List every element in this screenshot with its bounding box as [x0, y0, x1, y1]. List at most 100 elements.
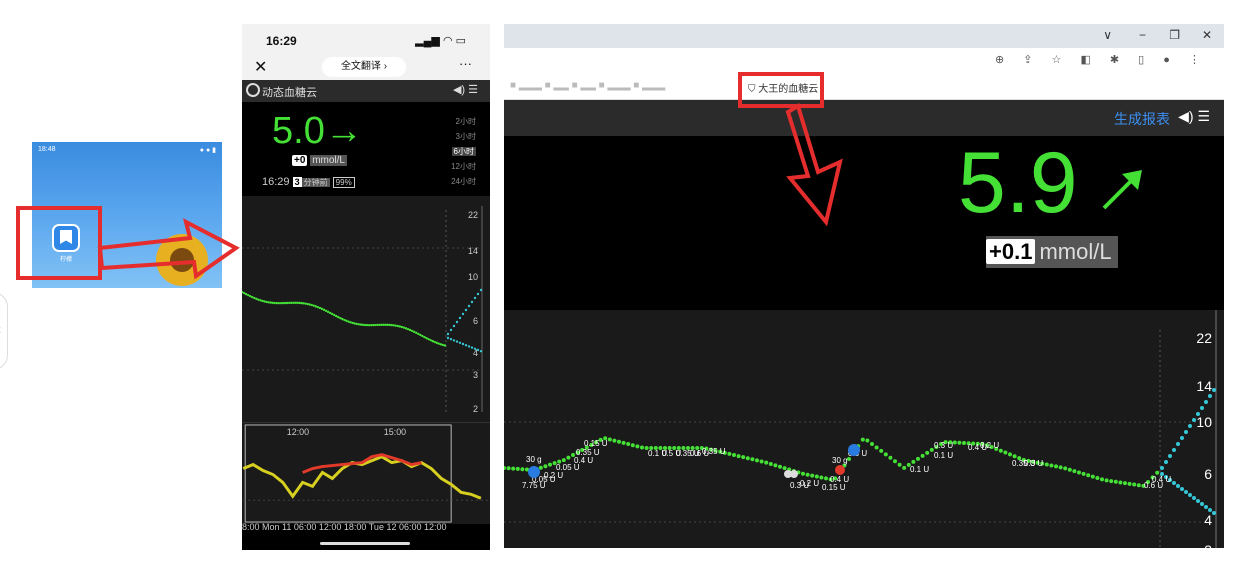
web-glucose-dot	[1058, 465, 1063, 470]
phone-glucose-dot	[331, 312, 334, 316]
phone-glucose-dot	[363, 323, 367, 327]
translate-button[interactable]: 全文翻译 ›	[322, 57, 406, 77]
prev-page-button[interactable]: ‹	[0, 292, 8, 370]
bookmark-label: 大王的血糖云	[758, 84, 819, 95]
web-glucose-dot	[782, 466, 787, 471]
browser-screenshot: ∨ − ❐ ✕ ⊕ ⇪ ☆ ◧ ✱ ▯ ● ⋮ ■ ▂▂▂ ■ ▂▂ ■ ▂▂ …	[504, 24, 1224, 548]
web-glucose-dot	[630, 443, 635, 448]
insulin-icon	[835, 465, 845, 475]
browser-toolbar-icons[interactable]: ⊕ ⇪ ☆ ◧ ✱ ▯ ● ⋮	[995, 53, 1208, 66]
range-24h[interactable]: 24小时	[451, 174, 476, 189]
web-forecast-dot	[1184, 430, 1188, 434]
mini-time-2: 15:00	[384, 427, 406, 437]
web-glucose-dot	[566, 455, 571, 460]
phone-forecast-dot	[461, 312, 465, 316]
phone-y-tick: 6	[473, 316, 478, 326]
web-glucose-dot	[621, 440, 626, 445]
phone-y-tick: 3	[473, 370, 478, 380]
phone-glucose-dot	[326, 310, 330, 314]
range-12h[interactable]: 12小时	[451, 159, 476, 174]
phone-delta: +0 mmol/L	[292, 155, 347, 166]
phone-forecast-dot	[467, 345, 471, 348]
range-3h[interactable]: 3小时	[451, 129, 476, 144]
web-glucose-dot	[1012, 454, 1017, 459]
phone-forecast-dot	[458, 341, 462, 344]
phone-glucose-dot	[345, 319, 348, 323]
phone-glucose-dot	[386, 323, 389, 327]
web-glucose-dot	[1067, 467, 1072, 472]
web-glucose-dot	[727, 451, 732, 456]
web-forecast-dot	[1180, 487, 1184, 491]
blurred-bookmarks[interactable]: ■ ▂▂▂ ■ ▂▂ ■ ▂▂ ■ ▂▂▂ ■ ▂▂▂	[510, 80, 665, 91]
phone-glucose-dot	[429, 338, 432, 342]
range-2h[interactable]: 2小时	[451, 114, 476, 129]
phone-forecast-dot	[446, 336, 450, 340]
generate-report-link[interactable]: 生成报表	[1114, 109, 1170, 129]
phone-glucose-dot	[413, 330, 416, 334]
close-icon[interactable]: ✕	[254, 57, 267, 77]
web-glucose-dot	[745, 456, 750, 461]
chevron-left-icon: ‹	[0, 321, 1, 337]
bookmark-blood-glucose[interactable]: ⛉ 大王的血糖云	[748, 80, 818, 95]
web-y-tick: 4	[1204, 512, 1212, 528]
maximize-button[interactable]: ❐	[1169, 28, 1180, 42]
phone-forecast-dot	[464, 308, 468, 312]
web-forecast-dot	[1196, 499, 1200, 503]
phone-forecast-dot	[473, 296, 477, 300]
signal-wifi-battery-icon: ▂▄▆ ◠ ▭	[415, 35, 466, 47]
phone-glucose-dot	[304, 302, 307, 305]
phone-glucose-dot	[253, 296, 256, 300]
range-selector[interactable]: 2小时 3小时 6小时 12小时 24小时	[451, 114, 476, 189]
phone-forecast-dot	[449, 338, 453, 341]
range-6h[interactable]: 6小时	[451, 147, 476, 156]
web-y-tick: 10	[1196, 414, 1212, 430]
phone-glucose-dot	[433, 340, 436, 344]
phone-y-tick: 10	[468, 272, 478, 282]
phone-glucose-dot	[283, 301, 287, 305]
address-bar[interactable]: ⊕ ⇪ ☆ ◧ ✱ ▯ ● ⋮	[504, 48, 1224, 72]
phone-glucose-dot	[300, 301, 303, 305]
minimize-button[interactable]: −	[1139, 28, 1146, 42]
close-window-button[interactable]: ✕	[1202, 28, 1212, 42]
web-glucose-dot	[1127, 481, 1132, 486]
web-glucose-dot	[755, 458, 759, 463]
phone-top-bar: 16:29 ▂▄▆ ◠ ▭ ✕ 全文翻译 › ···	[242, 24, 490, 80]
phone-glucose-dot	[273, 301, 276, 305]
web-glucose-dot	[1113, 479, 1118, 484]
web-glucose-dot	[888, 455, 893, 460]
tab-list-button[interactable]: ∨	[1103, 28, 1112, 42]
web-forecast-dot	[1184, 490, 1188, 494]
phone-glucose-dot	[249, 294, 252, 298]
web-glucose-dot	[612, 438, 617, 443]
lemon-app-icon[interactable]: 柠檬	[46, 220, 86, 270]
web-glucose-dot	[759, 459, 764, 464]
mini-time-1: 12:00	[287, 427, 309, 437]
phone-glucose-dot	[322, 308, 326, 312]
web-glucose-dot	[870, 442, 874, 446]
phone-forecast-dot	[452, 339, 456, 342]
web-glucose-dot	[1008, 452, 1012, 457]
web-forecast-dot	[1208, 508, 1212, 512]
phone-glucose-dot	[343, 318, 346, 322]
web-glucose-dot	[998, 448, 1003, 453]
web-forecast-dot	[1180, 436, 1184, 440]
trend-arrow-icon: →	[324, 110, 363, 152]
phone-glucose-dot	[425, 336, 428, 340]
web-glucose-value: 5.9	[958, 135, 1078, 231]
lemon-app-label: 柠檬	[59, 257, 72, 263]
phone-forecast-dot	[452, 324, 456, 328]
phone-unit: mmol/L	[310, 155, 347, 166]
phone-glucose-dot	[349, 321, 352, 324]
web-glucose-dot	[814, 474, 819, 479]
web-glucose-dot	[801, 471, 805, 476]
phone-glucose-dot	[281, 301, 285, 305]
more-icon[interactable]: ···	[459, 56, 472, 71]
phone-glucose-dot	[359, 323, 363, 326]
web-forecast-dot	[1196, 412, 1200, 416]
sound-menu-icons[interactable]: ◀) ☰	[453, 83, 478, 96]
phone-glucose-dot	[443, 344, 447, 347]
phone-glucose-dot	[267, 301, 270, 304]
phone-forecast-dot	[458, 316, 462, 320]
phone-glucose-dot	[388, 323, 391, 327]
sound-menu-icons-web[interactable]: ◀) ☰	[1178, 108, 1210, 125]
